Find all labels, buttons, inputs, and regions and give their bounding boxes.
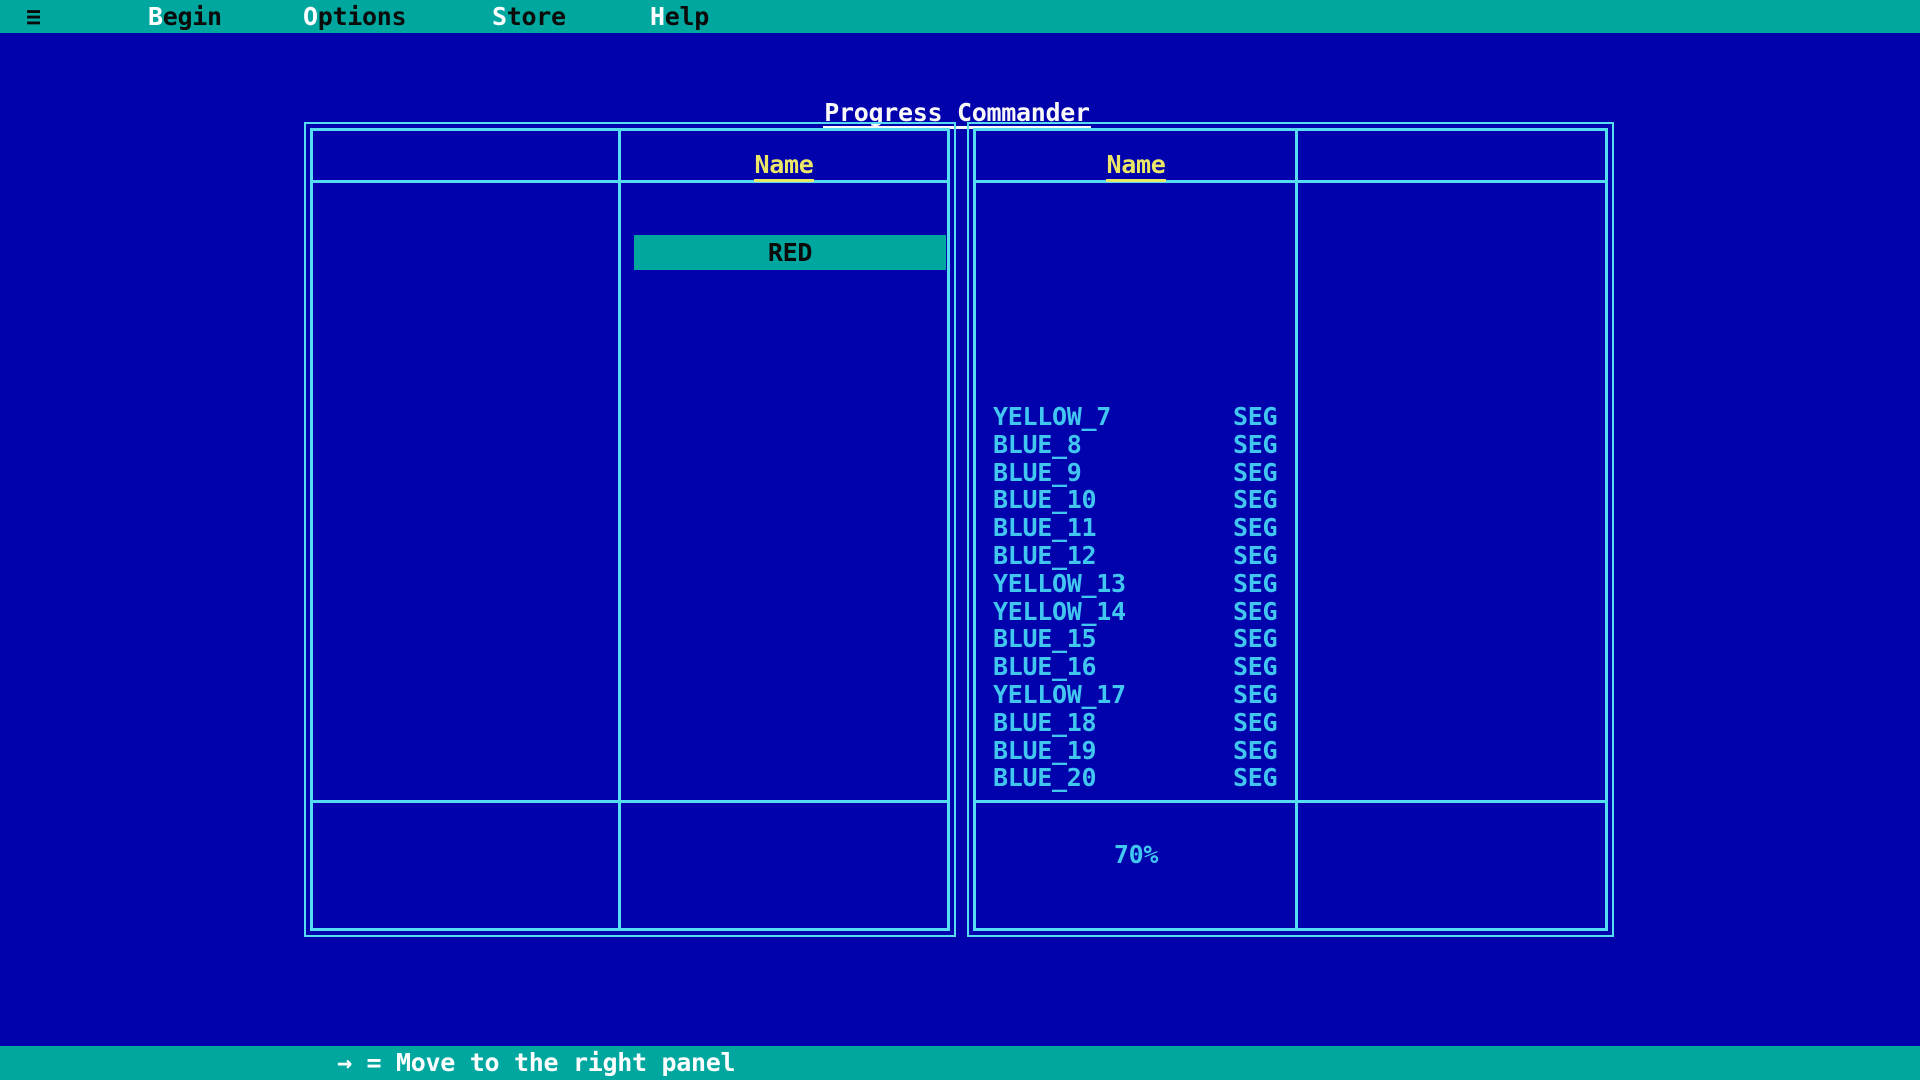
file-name: YELLOW_14 (993, 597, 1126, 626)
file-row[interactable]: BLUE_10 SEG (993, 486, 1293, 514)
file-extension: SEG (1233, 459, 1277, 487)
file-extension: SEG (1233, 681, 1277, 709)
menu-item-begin[interactable]: Begin (148, 0, 222, 33)
file-row[interactable]: YELLOW_17 SEG (993, 681, 1293, 709)
file-extension: SEG (1233, 737, 1277, 765)
file-row[interactable]: BLUE_9 SEG (993, 459, 1293, 487)
file-extension: SEG (1233, 542, 1277, 570)
file-row[interactable]: BLUE_15 SEG (993, 625, 1293, 653)
file-extension: SEG (1233, 764, 1277, 792)
file-name: BLUE_15 (993, 624, 1096, 653)
file-row[interactable]: BLUE_12 SEG (993, 542, 1293, 570)
selected-file-red[interactable]: RED (634, 235, 946, 270)
file-extension: SEG (1233, 598, 1277, 626)
file-extension: SEG (1233, 431, 1277, 459)
left-panel-bottom-separator (313, 800, 947, 803)
file-extension: SEG (1233, 403, 1277, 431)
file-row[interactable]: BLUE_16 SEG (993, 653, 1293, 681)
file-row[interactable]: YELLOW_13 SEG (993, 570, 1293, 598)
file-extension: SEG (1233, 486, 1277, 514)
file-row[interactable]: BLUE_11 SEG (993, 514, 1293, 542)
file-name: BLUE_19 (993, 736, 1096, 765)
file-name: BLUE_11 (993, 513, 1096, 542)
status-bar: → = Move to the right panel (0, 1046, 1920, 1080)
file-extension: SEG (1233, 514, 1277, 542)
left-panel-name-header: Name (621, 152, 947, 182)
file-name: BLUE_10 (993, 485, 1096, 514)
menu-bar: ≡ Begin Options Store Help (0, 0, 1920, 33)
file-extension: SEG (1233, 625, 1277, 653)
file-row[interactable]: BLUE_19 SEG (993, 737, 1293, 765)
file-list: YELLOW_7SEGBLUE_8SEGBLUE_9SEGBLUE_10SEGB… (993, 403, 1293, 792)
file-row[interactable]: BLUE_20 SEG (993, 764, 1293, 792)
file-row[interactable]: BLUE_8 SEG (993, 431, 1293, 459)
file-name: BLUE_18 (993, 708, 1096, 737)
file-name: BLUE_16 (993, 652, 1096, 681)
file-extension: SEG (1233, 570, 1277, 598)
status-hint: → = Move to the right panel (337, 1046, 735, 1080)
menu-item-help[interactable]: Help (650, 0, 709, 33)
file-extension: SEG (1233, 653, 1277, 681)
file-name: BLUE_20 (993, 763, 1096, 792)
status-hint-text: = Move to the right panel (352, 1048, 736, 1077)
right-panel-name-header: Name (976, 152, 1296, 182)
progress-percent: 70% (976, 841, 1296, 869)
file-row[interactable]: YELLOW_7 SEG (993, 403, 1293, 431)
hamburger-menu-icon[interactable]: ≡ (26, 0, 41, 33)
file-row[interactable]: YELLOW_14 SEG (993, 598, 1293, 626)
file-name: BLUE_8 (993, 430, 1082, 459)
file-extension: SEG (1233, 709, 1277, 737)
right-panel-column-divider (1295, 131, 1298, 931)
right-arrow-icon: → (337, 1048, 352, 1077)
file-name: YELLOW_17 (993, 680, 1126, 709)
file-name: BLUE_12 (993, 541, 1096, 570)
file-name: YELLOW_13 (993, 569, 1126, 598)
menu-item-store[interactable]: Store (492, 0, 566, 33)
file-name: YELLOW_7 (993, 402, 1111, 431)
left-panel-column-divider (618, 131, 621, 931)
right-panel-bottom-separator (976, 800, 1605, 803)
menu-item-options[interactable]: Options (303, 0, 406, 33)
file-row[interactable]: BLUE_18 SEG (993, 709, 1293, 737)
file-name: BLUE_9 (993, 458, 1082, 487)
